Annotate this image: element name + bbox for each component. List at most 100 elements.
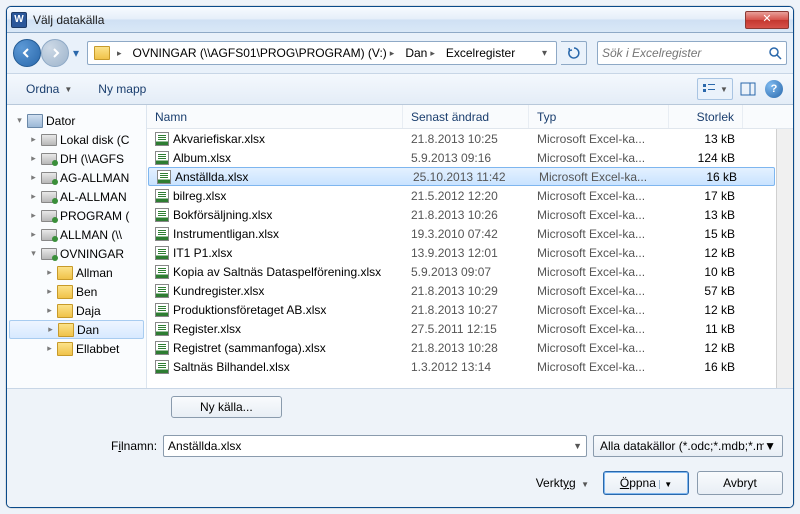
tree-item-6[interactable]: ▸ALLMAN (\\ bbox=[7, 225, 146, 244]
breadcrumb-item-0[interactable]: OVNINGAR (\\AGFS01\PROG\PROGRAM) (V:)▸ bbox=[129, 42, 402, 64]
tree-item-12[interactable]: ▸ Ellabbet bbox=[7, 339, 146, 358]
expand-icon[interactable]: ▸ bbox=[45, 287, 54, 296]
file-row[interactable]: Kopia av Saltnäs Dataspelförening.xlsx5.… bbox=[147, 262, 776, 281]
file-type: Microsoft Excel-ka... bbox=[529, 265, 669, 279]
expand-icon[interactable]: ▸ bbox=[29, 173, 38, 182]
breadcrumb-item-2[interactable]: Excelregister bbox=[442, 42, 519, 64]
file-row[interactable]: Anställda.xlsx25.10.2013 11:42Microsoft … bbox=[148, 167, 775, 186]
filename-combobox[interactable]: Anställda.xlsx ▼ bbox=[163, 435, 587, 457]
tree-item-label: Daja bbox=[76, 304, 101, 318]
file-list[interactable]: Akvariefiskar.xlsx21.8.2013 10:25Microso… bbox=[147, 129, 776, 388]
tree-item-2[interactable]: ▸DH (\\AGFS bbox=[7, 149, 146, 168]
tree-item-label: AG-ALLMAN bbox=[60, 171, 129, 185]
tree-item-label: Allman bbox=[76, 266, 113, 280]
nav-tree[interactable]: ▾Dator▸Lokal disk (C▸DH (\\AGFS▸AG-ALLMA… bbox=[7, 105, 147, 388]
word-app-icon: W bbox=[11, 12, 27, 28]
tree-item-0[interactable]: ▾Dator bbox=[7, 111, 146, 130]
tree-item-5[interactable]: ▸PROGRAM ( bbox=[7, 206, 146, 225]
file-row[interactable]: Saltnäs Bilhandel.xlsx1.3.2012 13:14Micr… bbox=[147, 357, 776, 376]
expand-icon[interactable]: ▾ bbox=[15, 116, 24, 125]
breadcrumb-dropdown[interactable]: ▾ bbox=[535, 42, 554, 64]
search-input[interactable] bbox=[602, 46, 768, 60]
chevron-down-icon: ▼ bbox=[764, 439, 776, 453]
view-mode-button[interactable]: ▼ bbox=[697, 78, 733, 100]
expand-icon[interactable]: ▸ bbox=[45, 268, 54, 277]
file-row[interactable]: Produktionsföretaget AB.xlsx21.8.2013 10… bbox=[147, 300, 776, 319]
tree-item-9[interactable]: ▸Ben bbox=[7, 282, 146, 301]
file-row[interactable]: Akvariefiskar.xlsx21.8.2013 10:25Microso… bbox=[147, 129, 776, 148]
breadcrumb-root[interactable]: ▸ bbox=[90, 42, 129, 64]
titlebar[interactable]: W Välj datakälla ✕ bbox=[7, 7, 793, 33]
xlsx-icon bbox=[155, 227, 169, 241]
back-button[interactable] bbox=[13, 39, 41, 67]
file-row[interactable]: Registret (sammanfoga).xlsx 21.8.2013 10:… bbox=[147, 338, 776, 357]
file-type: Microsoft Excel-ka... bbox=[529, 132, 669, 146]
file-date: 13.9.2013 12:01 bbox=[403, 246, 529, 260]
file-size: 10 kB bbox=[669, 265, 743, 279]
tree-item-11[interactable]: ▸Dan bbox=[9, 320, 144, 339]
expand-icon[interactable]: ▸ bbox=[29, 135, 38, 144]
expand-icon[interactable]: ▸ bbox=[29, 192, 38, 201]
tree-item-label: Ellabbet bbox=[76, 342, 119, 356]
tree-item-3[interactable]: ▸ AG-ALLMAN bbox=[7, 168, 146, 187]
expand-icon[interactable]: ▸ bbox=[46, 325, 55, 334]
nav-history-dropdown[interactable]: ▾ bbox=[69, 43, 83, 63]
xlsx-icon bbox=[155, 360, 169, 374]
file-date: 21.8.2013 10:28 bbox=[403, 341, 529, 355]
expand-icon[interactable]: ▸ bbox=[29, 230, 38, 239]
breadcrumb-bar[interactable]: ▸ OVNINGAR (\\AGFS01\PROG\PROGRAM) (V:)▸… bbox=[87, 41, 557, 65]
file-date: 21.8.2013 10:26 bbox=[403, 208, 529, 222]
file-row[interactable]: bilreg.xlsx21.5.2012 12:20Microsoft Exce… bbox=[147, 186, 776, 205]
nav-row: ▾ ▸ OVNINGAR (\\AGFS01\PROG\PROGRAM) (V:… bbox=[7, 33, 793, 73]
file-size: 57 kB bbox=[669, 284, 743, 298]
forward-button[interactable] bbox=[41, 39, 69, 67]
file-name: Anställda.xlsx bbox=[175, 170, 248, 184]
breadcrumb-item-1[interactable]: Dan▸ bbox=[401, 42, 442, 64]
file-row[interactable]: Register.xlsx27.5.2011 12:15Microsoft Ex… bbox=[147, 319, 776, 338]
col-type[interactable]: Typ bbox=[529, 105, 669, 128]
tree-item-1[interactable]: ▸Lokal disk (C bbox=[7, 130, 146, 149]
file-row[interactable]: Album.xlsx5.9.2013 09:16Microsoft Excel-… bbox=[147, 148, 776, 167]
file-row[interactable]: Kundregister.xlsx21.8.2013 10:29Microsof… bbox=[147, 281, 776, 300]
file-row[interactable]: IT1 P1.xlsx13.9.2013 12:01Microsoft Exce… bbox=[147, 243, 776, 262]
new-source-button[interactable]: Ny källa... bbox=[171, 396, 282, 418]
organize-button[interactable]: Ordna▼ bbox=[15, 78, 83, 100]
refresh-button[interactable] bbox=[561, 41, 587, 65]
col-date[interactable]: Senast ändrad bbox=[403, 105, 529, 128]
expand-icon[interactable]: ▸ bbox=[45, 306, 54, 315]
xlsx-icon bbox=[155, 208, 169, 222]
expand-icon[interactable]: ▸ bbox=[29, 154, 38, 163]
file-row[interactable]: Bokförsäljning.xlsx21.8.2013 10:26Micros… bbox=[147, 205, 776, 224]
file-name: bilreg.xlsx bbox=[173, 189, 226, 203]
close-button[interactable]: ✕ bbox=[745, 11, 789, 29]
xlsx-icon bbox=[155, 189, 169, 203]
column-headers: Namn Senast ändrad Typ Storlek bbox=[147, 105, 793, 129]
search-box[interactable] bbox=[597, 41, 787, 65]
tree-item-7[interactable]: ▾OVNINGAR bbox=[7, 244, 146, 263]
tree-item-10[interactable]: ▸ Daja bbox=[7, 301, 146, 320]
file-row[interactable]: Instrumentligan.xlsx19.3.2010 07:42Micro… bbox=[147, 224, 776, 243]
expand-icon[interactable]: ▸ bbox=[45, 344, 54, 353]
file-size: 16 kB bbox=[669, 360, 743, 374]
file-dialog: W Välj datakälla ✕ ▾ ▸ OVNINGAR (\\AGFS0… bbox=[6, 6, 794, 508]
cancel-button[interactable]: Avbryt bbox=[697, 471, 783, 495]
file-size: 13 kB bbox=[669, 208, 743, 222]
preview-pane-button[interactable] bbox=[737, 78, 759, 100]
tools-menu[interactable]: Verktyg ▼ bbox=[536, 476, 589, 490]
file-name: Registret (sammanfoga).xlsx bbox=[173, 341, 326, 355]
col-size[interactable]: Storlek bbox=[669, 105, 743, 128]
button-row: Verktyg ▼ Öppna ▼ Avbryt bbox=[17, 471, 783, 495]
file-type: Microsoft Excel-ka... bbox=[529, 208, 669, 222]
expand-icon[interactable]: ▸ bbox=[29, 211, 38, 220]
filetype-combobox[interactable]: Alla datakällor (*.odc;*.mdb;*.m ▼ bbox=[593, 435, 783, 457]
tree-item-4[interactable]: ▸AL-ALLMAN bbox=[7, 187, 146, 206]
scrollbar[interactable] bbox=[776, 129, 793, 388]
open-button[interactable]: Öppna ▼ bbox=[603, 471, 689, 495]
file-name: IT1 P1.xlsx bbox=[173, 246, 232, 260]
new-folder-button[interactable]: Ny mapp bbox=[87, 78, 157, 100]
net-drive-icon bbox=[41, 210, 57, 222]
tree-item-8[interactable]: ▸ Allman bbox=[7, 263, 146, 282]
col-name[interactable]: Namn bbox=[147, 105, 403, 128]
help-button[interactable]: ? bbox=[763, 78, 785, 100]
expand-icon[interactable]: ▾ bbox=[29, 249, 38, 258]
